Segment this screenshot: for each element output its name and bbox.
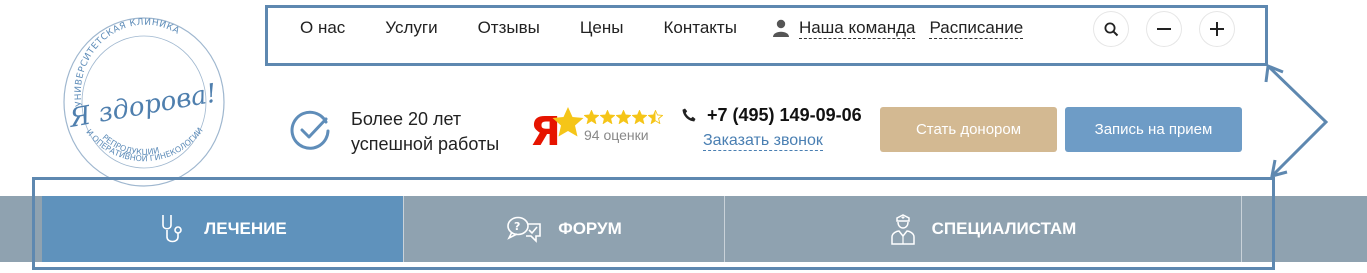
phone-icon: [682, 108, 696, 122]
checkmark-circle-icon: [290, 110, 330, 150]
menu-label-treatment: ЛЕЧЕНИЕ: [204, 219, 287, 238]
schedule-link[interactable]: Расписание: [929, 18, 1024, 39]
menu-item-specialists[interactable]: СПЕЦИАЛИСТАМ: [725, 196, 1241, 262]
menu-divider: [1241, 196, 1242, 262]
yandex-rating-logo[interactable]: Я: [528, 106, 584, 150]
menu-label-specialists: СПЕЦИАЛИСТАМ: [931, 219, 1077, 238]
zoom-in-button[interactable]: [1200, 12, 1234, 46]
nav-link-reviews[interactable]: Отзывы: [478, 18, 540, 38]
page: УНИВЕРСИТЕТСКАЯ КЛИНИКА Я здорова! РЕПРО…: [0, 0, 1367, 273]
rating-star-icon: [632, 110, 647, 124]
rating-star-icon: [600, 110, 615, 124]
rating-star-icon: [648, 110, 663, 124]
nav-link-contacts[interactable]: Контакты: [664, 18, 737, 38]
chat-bubbles-icon: ?: [507, 216, 542, 243]
star-rating: [584, 110, 663, 124]
phone-number[interactable]: +7 (495) 149-09-06: [707, 105, 862, 126]
plus-icon: [1210, 22, 1224, 36]
become-donor-button[interactable]: Стать донором: [880, 107, 1057, 152]
experience-line-1: Более 20 лет: [351, 109, 462, 129]
callback-link[interactable]: Заказать звонок: [703, 131, 823, 151]
menu-item-forum[interactable]: ? ФОРУМ: [404, 196, 724, 262]
experience-line-2: успешной работы: [351, 134, 500, 154]
doctor-icon: [890, 214, 915, 245]
minus-icon: [1157, 28, 1171, 30]
rating-star-icon: [616, 110, 631, 124]
zoom-out-button[interactable]: [1147, 12, 1181, 46]
logo-arc-bottom-2: И ОПЕРАТИВНОЙ ГИНЕКОЛОГИИ: [84, 126, 204, 163]
nav-link-about[interactable]: О нас: [300, 18, 345, 38]
yandex-letter: Я: [530, 109, 561, 150]
menu-item-treatment[interactable]: ЛЕЧЕНИЕ: [42, 196, 403, 262]
stethoscope-icon: [162, 215, 183, 243]
svg-text:И ОПЕРАТИВНОЙ ГИНЕКОЛОГИИ: И ОПЕРАТИВНОЙ ГИНЕКОЛОГИИ: [84, 126, 204, 163]
top-nav: О нас Услуги Отзывы Цены Контакты Наша к…: [300, 14, 1024, 42]
ratings-count: 94 оценки: [584, 127, 649, 143]
experience-text: Более 20 лет успешной работы: [351, 107, 499, 157]
clinic-logo[interactable]: УНИВЕРСИТЕТСКАЯ КЛИНИКА Я здорова! РЕПРО…: [58, 10, 230, 188]
rating-star-icon: [584, 110, 599, 124]
team-link[interactable]: Наша команда: [772, 18, 916, 39]
search-icon: [1104, 22, 1118, 36]
team-label[interactable]: Наша команда: [798, 18, 916, 39]
person-icon: [772, 19, 789, 37]
logo-script: Я здорова!: [66, 78, 219, 134]
nav-link-services[interactable]: Услуги: [385, 18, 437, 38]
appointment-button[interactable]: Запись на прием: [1065, 107, 1242, 152]
menu-label-forum: ФОРУМ: [558, 219, 622, 238]
nav-link-prices[interactable]: Цены: [580, 18, 624, 38]
search-button[interactable]: [1094, 12, 1128, 46]
svg-text:?: ?: [514, 220, 520, 233]
